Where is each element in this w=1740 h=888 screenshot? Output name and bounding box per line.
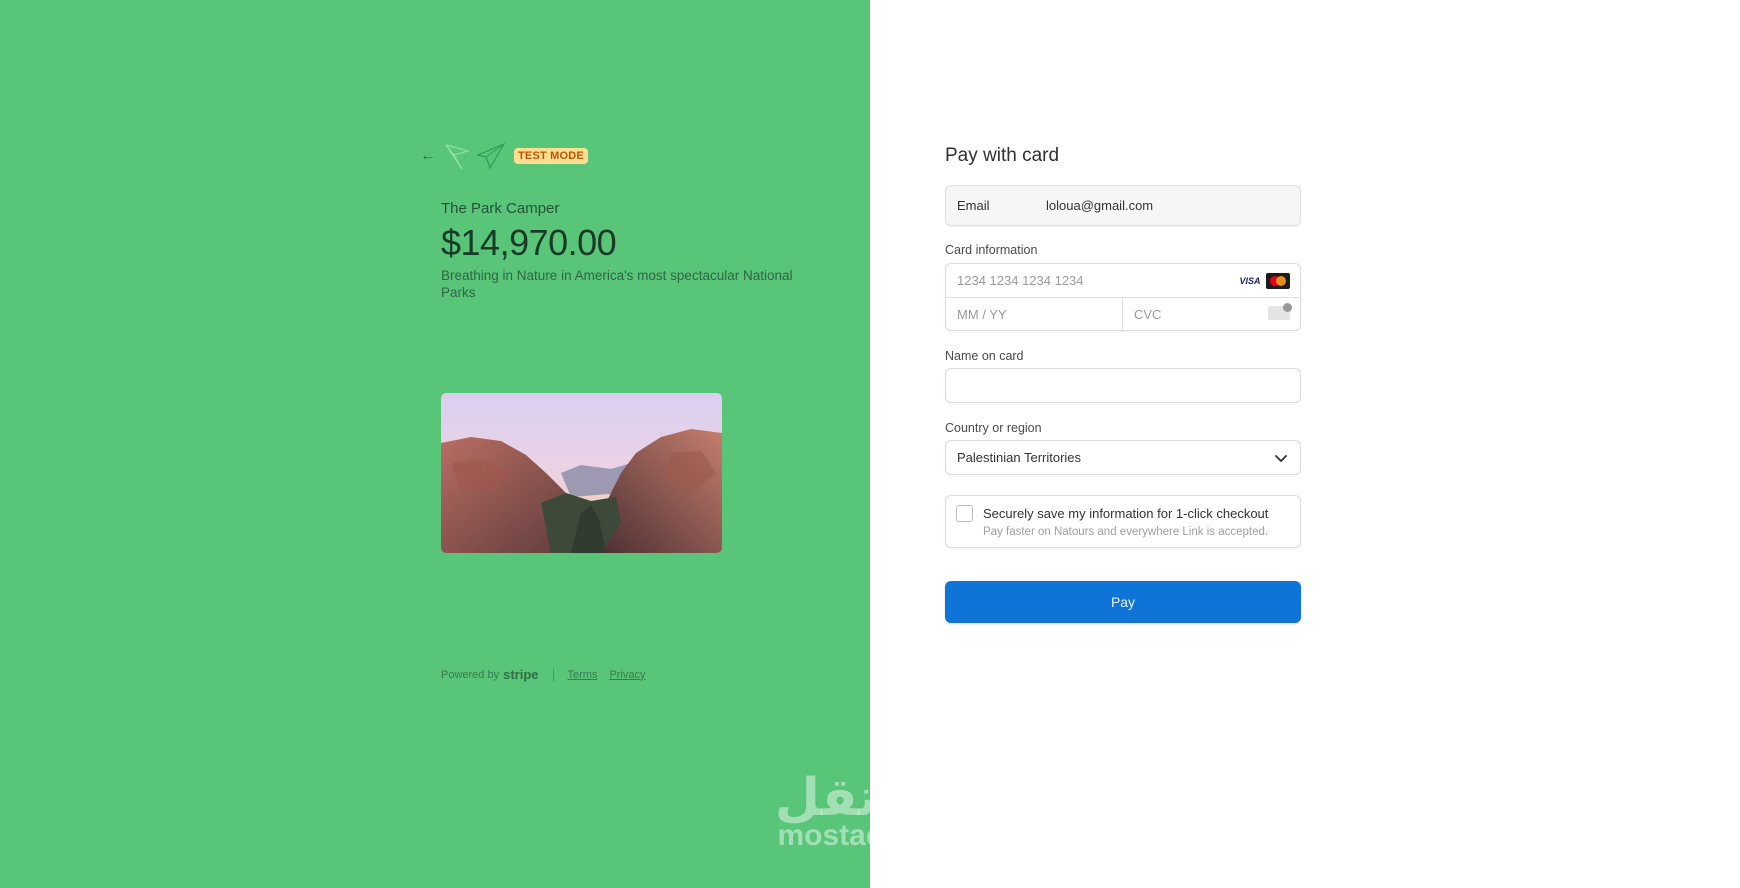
stripe-footer: Powered by stripe Terms Privacy (441, 667, 658, 682)
footer-divider (552, 667, 554, 682)
cvc-card-icon (1268, 303, 1292, 320)
email-field[interactable]: Email loloua@gmail.com (945, 185, 1301, 226)
name-on-card-input[interactable] (945, 368, 1301, 403)
card-info-label: Card information (945, 243, 1038, 257)
stripe-logo[interactable]: stripe (503, 667, 538, 682)
mastercard-icon (1266, 273, 1290, 289)
card-number-placeholder: 1234 1234 1234 1234 (957, 273, 1084, 288)
privacy-link[interactable]: Privacy (609, 669, 645, 681)
card-cvc-input[interactable]: CVC (1123, 298, 1300, 330)
country-select[interactable]: Palestinian Territories (945, 440, 1301, 475)
email-value: loloua@gmail.com (1046, 198, 1154, 213)
mostaql-watermark: مستقل mostaql.com (765, 770, 975, 852)
test-mode-badge: TEST MODE (514, 148, 588, 164)
canyon-landscape-image (441, 393, 722, 553)
summary-header: ← TEST MODE (420, 142, 588, 170)
save-info-title: Securely save my information for 1-click… (983, 506, 1269, 521)
product-price: $14,970.00 (441, 222, 617, 263)
email-label: Email (957, 198, 990, 213)
form-title: Pay with card (945, 145, 1060, 166)
country-label: Country or region (945, 421, 1042, 435)
card-brands: VISA (1238, 273, 1290, 289)
save-info-subtitle: Pay faster on Natours and everywhere Lin… (983, 526, 1269, 538)
visa-icon: VISA (1239, 276, 1261, 286)
card-information-group: 1234 1234 1234 1234 VISA MM / YY CVC (945, 263, 1301, 331)
chevron-down-icon (1275, 455, 1287, 462)
product-description: Breathing in Nature in America's most sp… (441, 268, 793, 300)
name-on-card-label: Name on card (945, 349, 1024, 363)
card-expiry-input[interactable]: MM / YY (946, 298, 1123, 330)
pay-button[interactable]: Pay (945, 581, 1301, 623)
arrow-left-icon[interactable]: ← (420, 147, 438, 165)
powered-by-text: Powered by (441, 668, 500, 681)
country-value: Palestinian Territories (957, 450, 1082, 465)
watermark-arabic: مستقل (774, 768, 966, 828)
save-info-checkbox[interactable] (956, 505, 973, 522)
expiry-placeholder: MM / YY (957, 306, 1007, 322)
paper-plane-logo-icon (444, 141, 506, 171)
watermark-latin: mostaql.com (777, 819, 963, 852)
product-name: The Park Camper (441, 200, 560, 217)
terms-link[interactable]: Terms (568, 669, 598, 681)
product-summary-pane: ← TEST MODE The Park Camper $14,970.00 B… (0, 0, 870, 888)
save-info-option: Securely save my information for 1-click… (945, 495, 1301, 548)
cvc-placeholder: CVC (1134, 306, 1162, 322)
